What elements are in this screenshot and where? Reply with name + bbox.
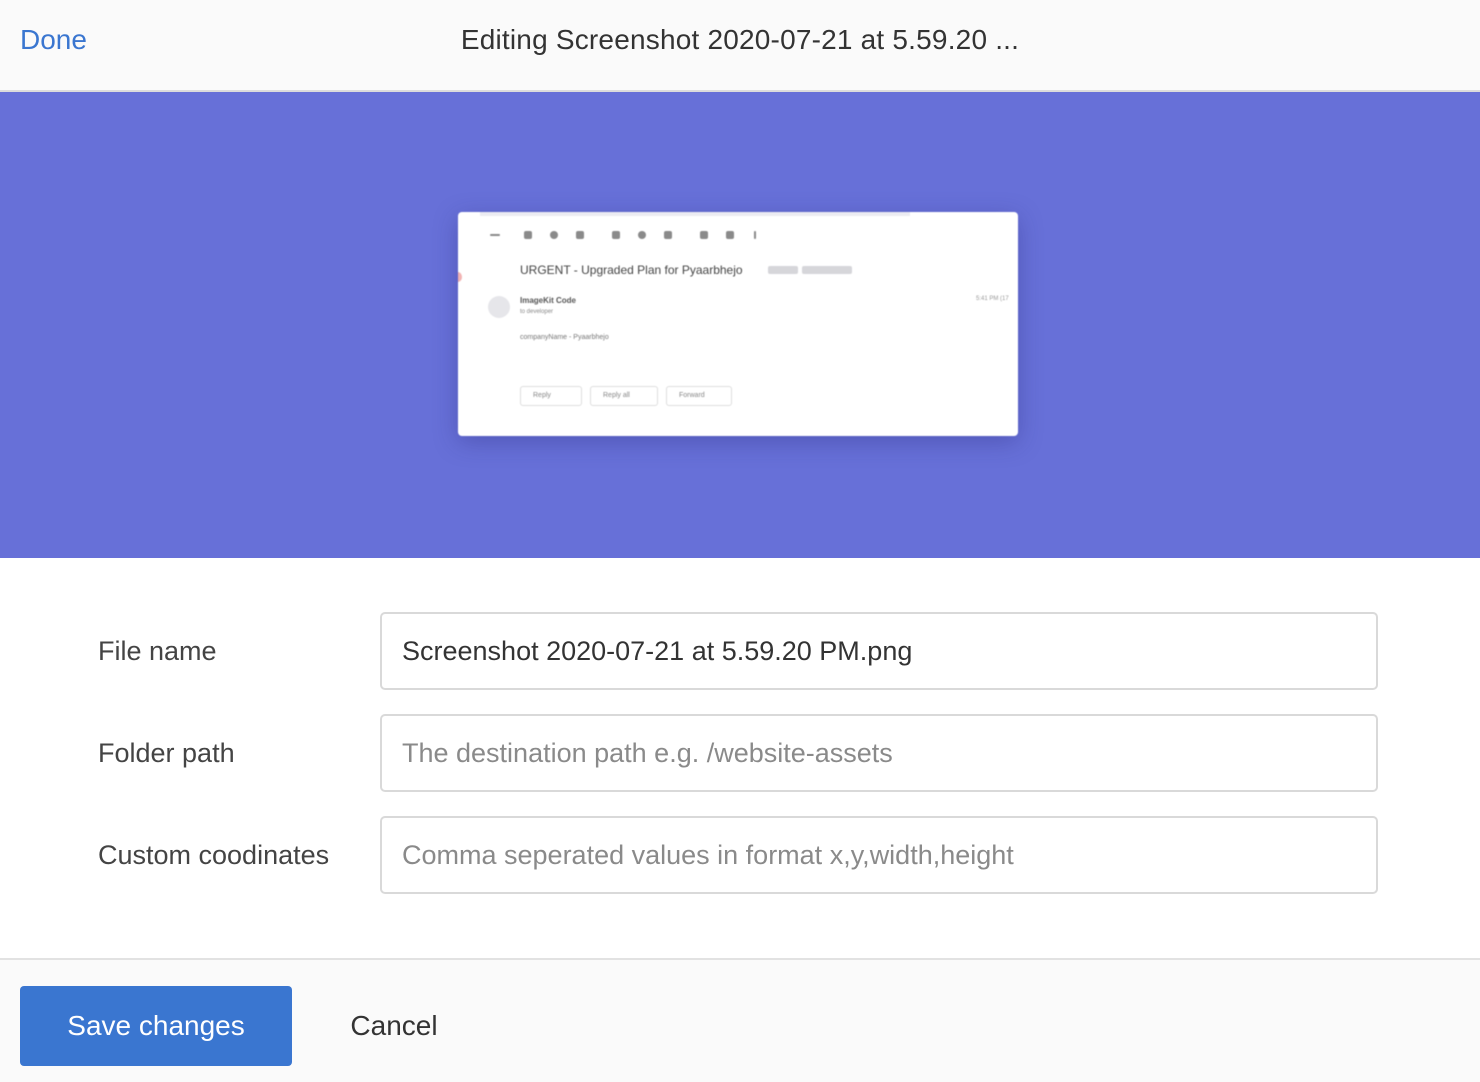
folder-path-label: Folder path: [98, 738, 235, 768]
clock-icon: [638, 231, 646, 239]
reply-button: Reply: [520, 386, 582, 406]
top-bar: Done Editing Screenshot 2020-07-21 at 5.…: [0, 0, 1480, 92]
developers-tag: [802, 266, 852, 274]
reply-all-button: Reply all: [590, 386, 658, 406]
email-sender: ImageKit Code: [520, 296, 577, 305]
image-thumbnail: URGENT - Upgraded Plan for Pyaarbhejo Im…: [458, 212, 1018, 436]
edit-form: File name Folder path Custom coodinates: [0, 558, 1480, 958]
more-icon: [754, 231, 756, 239]
email-subject: URGENT - Upgraded Plan for Pyaarbhejo: [520, 263, 743, 277]
forward-button: Forward: [666, 386, 732, 406]
image-preview-area: URGENT - Upgraded Plan for Pyaarbhejo Im…: [0, 92, 1480, 558]
cancel-button[interactable]: Cancel: [320, 986, 468, 1066]
email-body: companyName - Pyaarbhejo: [520, 334, 609, 341]
footer-bar: Save changes Cancel: [0, 958, 1480, 1082]
mail-icon: [612, 231, 620, 239]
file-name-input[interactable]: [380, 612, 1378, 690]
folder-icon: [700, 231, 708, 239]
trash-icon: [576, 231, 584, 239]
thumbnail-top-strip: [480, 212, 910, 216]
task-icon: [664, 231, 672, 239]
folder-path-input[interactable]: [380, 714, 1378, 792]
spam-icon: [550, 231, 558, 239]
email-recipient: to developer: [520, 309, 554, 315]
custom-coordinates-input[interactable]: [380, 816, 1378, 894]
page-title: Editing Screenshot 2020-07-21 at 5.59.20…: [460, 24, 1020, 55]
label-icon: [726, 231, 734, 239]
custom-coordinates-label: Custom coodinates: [98, 840, 330, 870]
file-name-label: File name: [98, 636, 217, 666]
avatar: [488, 296, 510, 318]
email-time: 5:41 PM (17: [976, 296, 1009, 302]
notification-dot: [458, 272, 462, 282]
back-arrow-icon: [490, 234, 500, 236]
save-changes-button[interactable]: Save changes: [20, 986, 292, 1066]
inbox-tag: [768, 266, 798, 274]
archive-icon: [524, 231, 532, 239]
